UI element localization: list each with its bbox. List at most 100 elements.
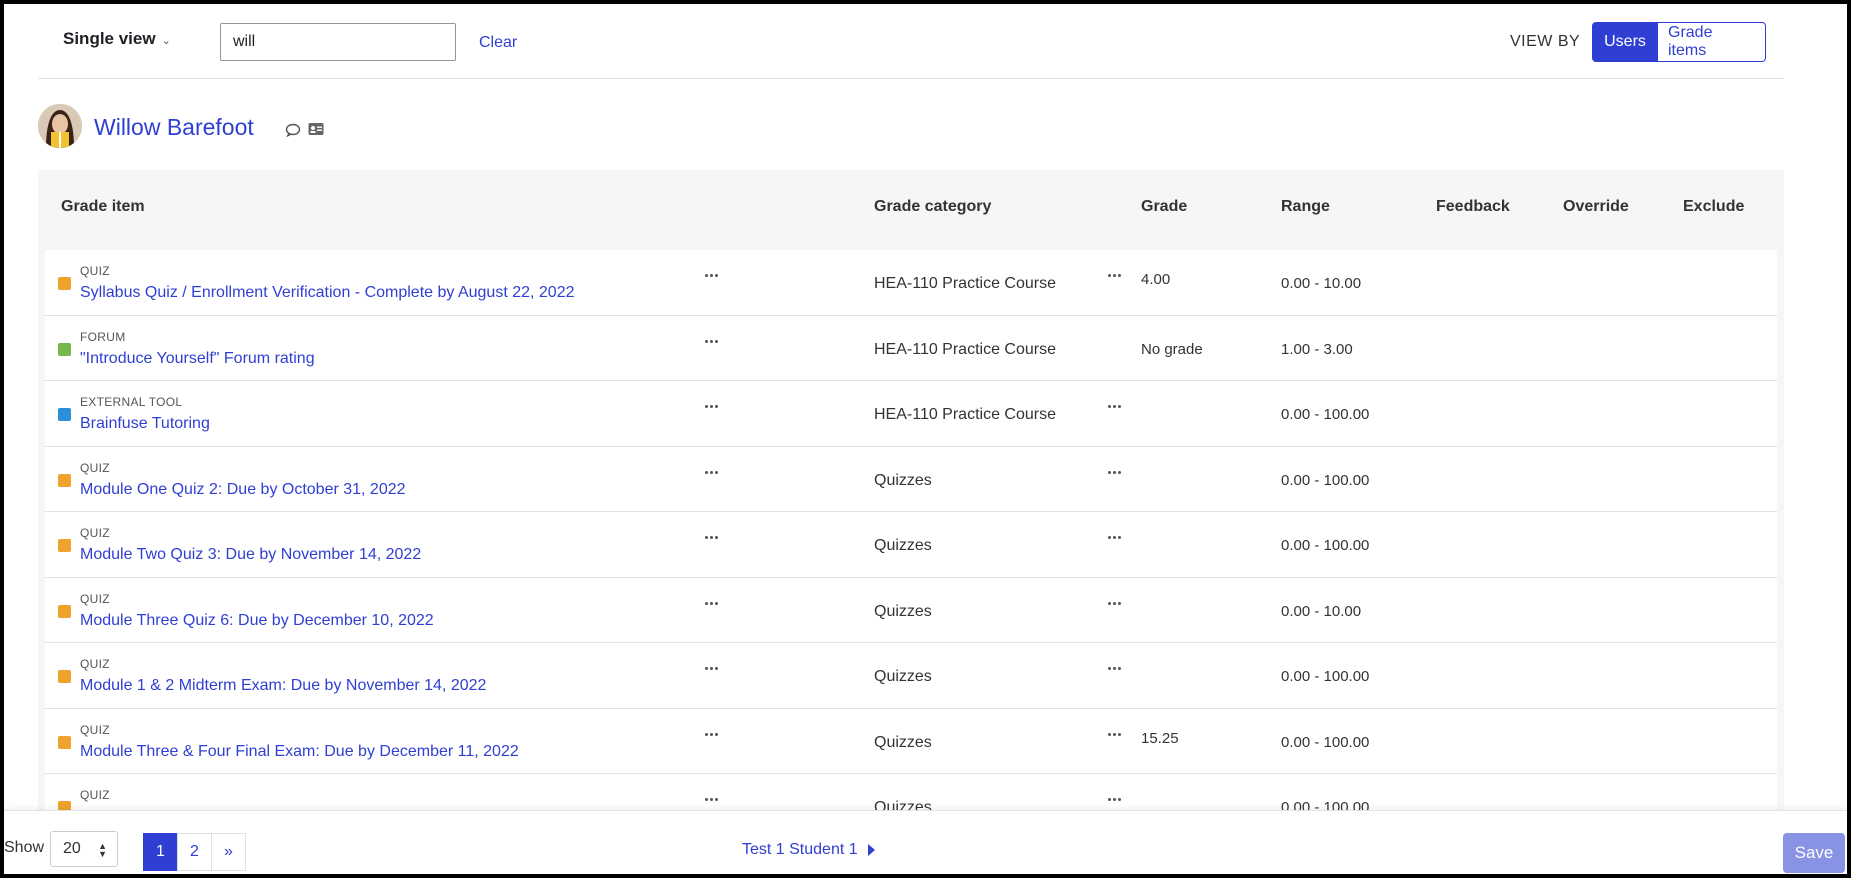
table-row: FORUM "Introduce Yourself" Forum rating … bbox=[45, 315, 1777, 381]
message-icon[interactable] bbox=[285, 123, 301, 137]
grade-category: Quizzes bbox=[874, 799, 932, 810]
save-button[interactable]: Save bbox=[1783, 833, 1845, 873]
grade-item-link[interactable]: Module Two Quiz 3: Due by November 14, 2… bbox=[80, 546, 421, 564]
chevron-down-icon: ⌄ bbox=[161, 35, 171, 47]
quiz-icon bbox=[58, 670, 71, 683]
table-row: QUIZ Module Two Quiz 3: Due by November … bbox=[45, 512, 1777, 578]
grade-category: Quizzes bbox=[874, 668, 932, 685]
forum-icon bbox=[58, 342, 71, 356]
single-view-dropdown[interactable]: Single view ⌄ bbox=[63, 29, 171, 49]
grade-range: 0.00 - 100.00 bbox=[1281, 668, 1370, 685]
grade-actions-menu-icon[interactable] bbox=[1108, 798, 1121, 801]
column-header-override: Override bbox=[1563, 198, 1629, 215]
page-2-link[interactable]: 2 bbox=[177, 833, 212, 871]
column-header-grade: Grade bbox=[1141, 198, 1188, 215]
grade-actions-menu-icon[interactable] bbox=[1108, 536, 1121, 539]
column-header-exclude: Exclude bbox=[1683, 198, 1745, 215]
item-actions-menu-icon[interactable] bbox=[705, 536, 718, 539]
quiz-icon bbox=[58, 539, 71, 552]
user-name-link[interactable]: Willow Barefoot bbox=[94, 114, 254, 141]
next-page-link[interactable]: » bbox=[211, 833, 246, 871]
grade-item-link[interactable]: Module Three Quiz 6: Due by December 10,… bbox=[80, 612, 434, 630]
avatar bbox=[38, 104, 82, 148]
grade-range: 0.00 - 100.00 bbox=[1281, 537, 1370, 554]
grade-item-link[interactable]: Syllabus Quiz / Enrollment Verification … bbox=[80, 284, 574, 302]
table-row: QUIZ Module 1 & 2 Midterm Exam: Due by N… bbox=[45, 643, 1777, 709]
item-type: QUIZ bbox=[80, 264, 110, 278]
item-actions-menu-icon[interactable] bbox=[705, 798, 718, 801]
grade-range: 0.00 - 100.00 bbox=[1281, 733, 1370, 751]
item-type: EXTERNAL TOOL bbox=[80, 395, 183, 409]
item-actions-menu-icon[interactable] bbox=[705, 470, 718, 474]
view-by-label: VIEW BY bbox=[1510, 33, 1581, 50]
item-actions-menu-icon[interactable] bbox=[705, 732, 718, 736]
grade-range: 0.00 - 100.00 bbox=[1281, 406, 1370, 423]
item-actions-menu-icon[interactable] bbox=[705, 667, 718, 670]
item-actions-menu-icon[interactable] bbox=[705, 274, 718, 277]
item-type: FORUM bbox=[80, 329, 126, 344]
item-type: QUIZ bbox=[80, 788, 110, 802]
item-type: QUIZ bbox=[80, 460, 110, 475]
show-label: Show bbox=[4, 839, 45, 856]
grade-actions-menu-icon[interactable] bbox=[1108, 470, 1121, 474]
grade-item-link[interactable]: Module 1 & 2 Midterm Exam: Due by Novemb… bbox=[80, 677, 486, 695]
select-arrows-icon: ▲ ▼ bbox=[98, 841, 107, 859]
item-actions-menu-icon[interactable] bbox=[705, 405, 718, 408]
grade-category: Quizzes bbox=[874, 471, 932, 489]
view-by-toggle: Users Grade items bbox=[1592, 22, 1766, 62]
table-header: Grade item Grade category Grade Range Fe… bbox=[38, 170, 1784, 250]
external-tool-icon bbox=[58, 408, 71, 421]
grade-item-link[interactable]: Brainfuse Tutoring bbox=[80, 415, 210, 433]
quiz-icon bbox=[58, 801, 71, 810]
grade-category: Quizzes bbox=[874, 537, 932, 554]
view-grade-items-button[interactable]: Grade items bbox=[1658, 22, 1766, 62]
item-type: QUIZ bbox=[80, 722, 110, 737]
pagination: 1 2 » bbox=[143, 833, 246, 871]
grade-range: 0.00 - 10.00 bbox=[1281, 275, 1362, 292]
grade-category: HEA-110 Practice Course bbox=[874, 340, 1056, 358]
user-search-input[interactable] bbox=[220, 23, 456, 61]
quiz-icon bbox=[58, 277, 71, 290]
item-actions-menu-icon[interactable] bbox=[705, 601, 718, 605]
grade-actions-menu-icon[interactable] bbox=[1108, 405, 1121, 408]
item-actions-menu-icon[interactable] bbox=[705, 339, 718, 343]
table-row: QUIZ Quizzes 0.00 - 100.00 bbox=[45, 774, 1777, 810]
grade-category: HEA-110 Practice Course bbox=[874, 275, 1056, 292]
user-header: Willow Barefoot bbox=[38, 104, 638, 150]
grade-category: HEA-110 Practice Course bbox=[874, 406, 1056, 423]
page-1-link[interactable]: 1 bbox=[143, 833, 178, 871]
quiz-icon bbox=[58, 473, 71, 487]
table-row: QUIZ Module Three & Four Final Exam: Due… bbox=[45, 708, 1777, 774]
grade-value: 4.00 bbox=[1141, 271, 1171, 288]
grade-item-link[interactable]: Module One Quiz 2: Due by October 31, 20… bbox=[80, 481, 406, 499]
column-header-grade-item: Grade item bbox=[61, 198, 145, 215]
single-view-label: Single view bbox=[63, 29, 156, 48]
grade-value: No grade bbox=[1141, 340, 1203, 358]
grade-actions-menu-icon[interactable] bbox=[1108, 732, 1121, 736]
table-body: QUIZ Syllabus Quiz / Enrollment Verifica… bbox=[45, 250, 1777, 810]
per-page-select[interactable]: 20 ▲ ▼ bbox=[50, 831, 118, 867]
item-type: QUIZ bbox=[80, 591, 110, 606]
grade-actions-menu-icon[interactable] bbox=[1108, 601, 1121, 605]
quiz-icon bbox=[58, 604, 71, 618]
grade-item-link[interactable]: "Introduce Yourself" Forum rating bbox=[80, 350, 315, 368]
grade-actions-menu-icon[interactable] bbox=[1108, 667, 1121, 670]
grade-category: Quizzes bbox=[874, 733, 932, 751]
item-type: QUIZ bbox=[80, 657, 110, 671]
grade-item-link[interactable]: Module Three & Four Final Exam: Due by D… bbox=[80, 743, 519, 761]
column-header-feedback: Feedback bbox=[1436, 198, 1510, 215]
grade-actions-menu-icon[interactable] bbox=[1108, 274, 1121, 277]
quiz-icon bbox=[58, 735, 71, 749]
next-user-label: Test 1 Student 1 bbox=[742, 841, 858, 858]
top-toolbar: Single view ⌄ Clear VIEW BY Users Grade i… bbox=[38, 4, 1784, 79]
clear-search-link[interactable]: Clear bbox=[479, 34, 517, 52]
grade-range: 0.00 - 10.00 bbox=[1281, 602, 1362, 620]
view-users-button[interactable]: Users bbox=[1592, 22, 1658, 62]
column-header-range: Range bbox=[1281, 198, 1330, 215]
user-card-icon[interactable] bbox=[308, 122, 324, 136]
table-row: QUIZ Module Three Quiz 6: Due by Decembe… bbox=[45, 577, 1777, 643]
page: Single view ⌄ Clear VIEW BY Users Grade i… bbox=[4, 4, 1847, 874]
next-user-link[interactable]: Test 1 Student 1 bbox=[742, 841, 875, 859]
table-row: QUIZ Module One Quiz 2: Due by October 3… bbox=[45, 446, 1777, 512]
sticky-footer: Show 20 ▲ ▼ 1 2 » Test 1 Student 1 Save bbox=[4, 810, 1847, 874]
